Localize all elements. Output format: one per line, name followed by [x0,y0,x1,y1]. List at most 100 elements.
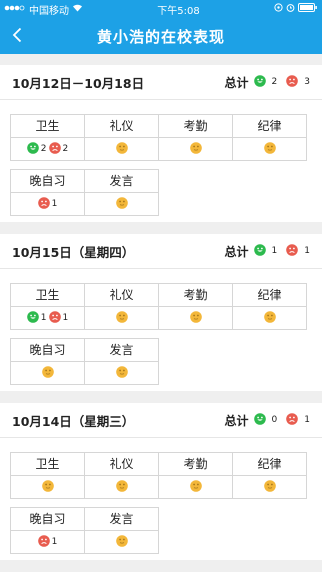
category-label: 发言 [85,339,158,362]
bad-total: 1 [304,415,310,425]
category-value [159,138,232,160]
alarm-icon [286,3,295,15]
category-value [85,138,158,160]
category-cell: 纪律 [232,283,307,330]
category-value [159,307,232,329]
section-header: 10月15日（星期四） 总计 1 1 [0,234,322,269]
category-cell: 纪律 [232,114,307,161]
record-section: 10月15日（星期四） 总计 1 1 卫生 1 1 礼仪 考勤 纪律 晚自习 发言 [0,234,322,391]
summary-label: 总计 [224,75,249,90]
category-value [233,307,306,329]
neutral-face-icon [115,141,128,157]
sad-face-icon [286,243,299,259]
category-cell: 考勤 [158,114,233,161]
bad-count: 1 [51,199,58,209]
neutral-face-icon [263,479,276,495]
category-row: 晚自习 发言 [10,338,312,385]
signal-icon [4,4,26,15]
section-header: 10月12日－10月18日 总计 2 3 [0,65,322,100]
location-icon [274,3,283,15]
category-label: 纪律 [233,284,306,307]
category-cell: 礼仪 [84,452,159,499]
smile-icon [253,412,266,428]
smile-icon [253,243,266,259]
section-date: 10月14日（星期三） [12,413,135,429]
summary-label: 总计 [224,413,249,428]
category-row: 晚自习 1 发言 [10,169,312,216]
category-label: 纪律 [233,453,306,476]
sad-face-icon [37,534,50,550]
category-cell: 卫生 1 1 [10,283,85,330]
category-row: 卫生 1 1 礼仪 考勤 纪律 [10,283,312,330]
section-header: 10月14日（星期三） 总计 0 1 [0,403,322,438]
category-cell: 礼仪 [84,283,159,330]
category-value: 1 [11,531,84,553]
neutral-face-icon [263,141,276,157]
category-cell: 晚自习 [10,338,85,385]
wifi-icon [72,3,83,15]
page-title: 黄小浩的在校表现 [96,27,225,46]
bad-count: 2 [62,144,69,154]
category-label: 纪律 [233,115,306,138]
category-cell: 卫生 2 2 [10,114,85,161]
smile-icon [253,74,266,90]
category-label: 晚自习 [11,339,84,362]
back-button[interactable] [6,24,28,46]
neutral-face-icon [189,310,202,326]
summary-label: 总计 [224,244,249,259]
navigation-bar: 黄小浩的在校表现 [0,18,322,54]
category-label: 礼仪 [85,284,158,307]
neutral-face-icon [115,534,128,550]
section-date: 10月15日（星期四） [12,244,135,260]
sad-face-icon [37,196,50,212]
category-label: 礼仪 [85,453,158,476]
category-cell: 考勤 [158,283,233,330]
neutral-face-icon [41,365,54,381]
category-row: 卫生 礼仪 考勤 纪律 [10,452,312,499]
category-label: 卫生 [11,284,84,307]
good-total: 2 [271,77,278,87]
category-value [85,362,158,384]
category-row: 晚自习 1 发言 [10,507,312,554]
category-label: 考勤 [159,453,232,476]
carrier-label: 中国移动 [29,5,69,17]
category-label: 卫生 [11,115,84,138]
category-label: 发言 [85,170,158,193]
status-time: 下午5:08 [157,5,200,17]
sad-face-icon [286,412,299,428]
category-cell: 晚自习 1 [10,507,85,554]
chevron-left-icon [12,27,22,43]
sad-face-icon [48,141,61,157]
category-label: 晚自习 [11,170,84,193]
category-value: 22 [11,138,84,160]
category-cell: 卫生 [10,452,85,499]
category-cell: 发言 [84,507,159,554]
battery-icon [298,3,318,15]
category-value [233,138,306,160]
category-label: 考勤 [159,115,232,138]
category-value: 11 [11,307,84,329]
neutral-face-icon [115,365,128,381]
category-value [159,476,232,498]
category-value [85,307,158,329]
section-date: 10月12日－10月18日 [12,75,145,91]
sections-list: 10月12日－10月18日 总计 2 3 卫生 2 2 礼仪 考勤 纪律 晚自习 1 发言 10… [0,65,322,560]
category-label: 卫生 [11,453,84,476]
category-cell: 发言 [84,169,159,216]
category-grid: 卫生 礼仪 考勤 纪律晚自习 1 发言 [10,452,312,554]
category-cell: 纪律 [232,452,307,499]
sad-face-icon [286,74,299,90]
section-summary: 总计 1 1 [225,243,310,260]
neutral-face-icon [189,479,202,495]
category-cell: 发言 [84,338,159,385]
category-cell: 晚自习 1 [10,169,85,216]
smile-icon [26,310,39,326]
good-total: 1 [271,246,278,256]
bad-count: 1 [51,537,58,547]
category-row: 卫生 2 2 礼仪 考勤 纪律 [10,114,312,161]
neutral-face-icon [189,141,202,157]
category-value [11,362,84,384]
category-label: 晚自习 [11,508,84,531]
neutral-face-icon [115,479,128,495]
category-label: 发言 [85,508,158,531]
